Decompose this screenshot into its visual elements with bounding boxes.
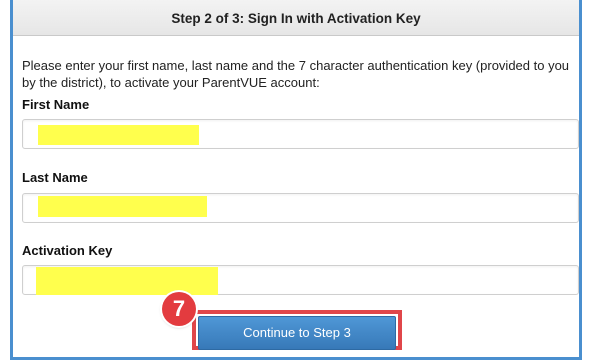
first-name-input[interactable] [22, 119, 579, 149]
activation-panel: Step 2 of 3: Sign In with Activation Key… [10, 0, 582, 360]
first-name-label: First Name [22, 97, 90, 112]
last-name-input[interactable] [22, 193, 579, 223]
continue-to-step-3-button[interactable]: Continue to Step 3 [198, 316, 396, 350]
instructions-text: Please enter your first name, last name … [22, 58, 570, 90]
last-name-label: Last Name [22, 170, 88, 185]
activation-key-label: Activation Key [22, 243, 113, 258]
panel-title: Step 2 of 3: Sign In with Activation Key [13, 0, 579, 36]
activation-key-input[interactable] [22, 265, 579, 295]
button-highlight-box: Continue to Step 3 [192, 310, 402, 350]
step-number-badge: 7 [162, 292, 196, 326]
